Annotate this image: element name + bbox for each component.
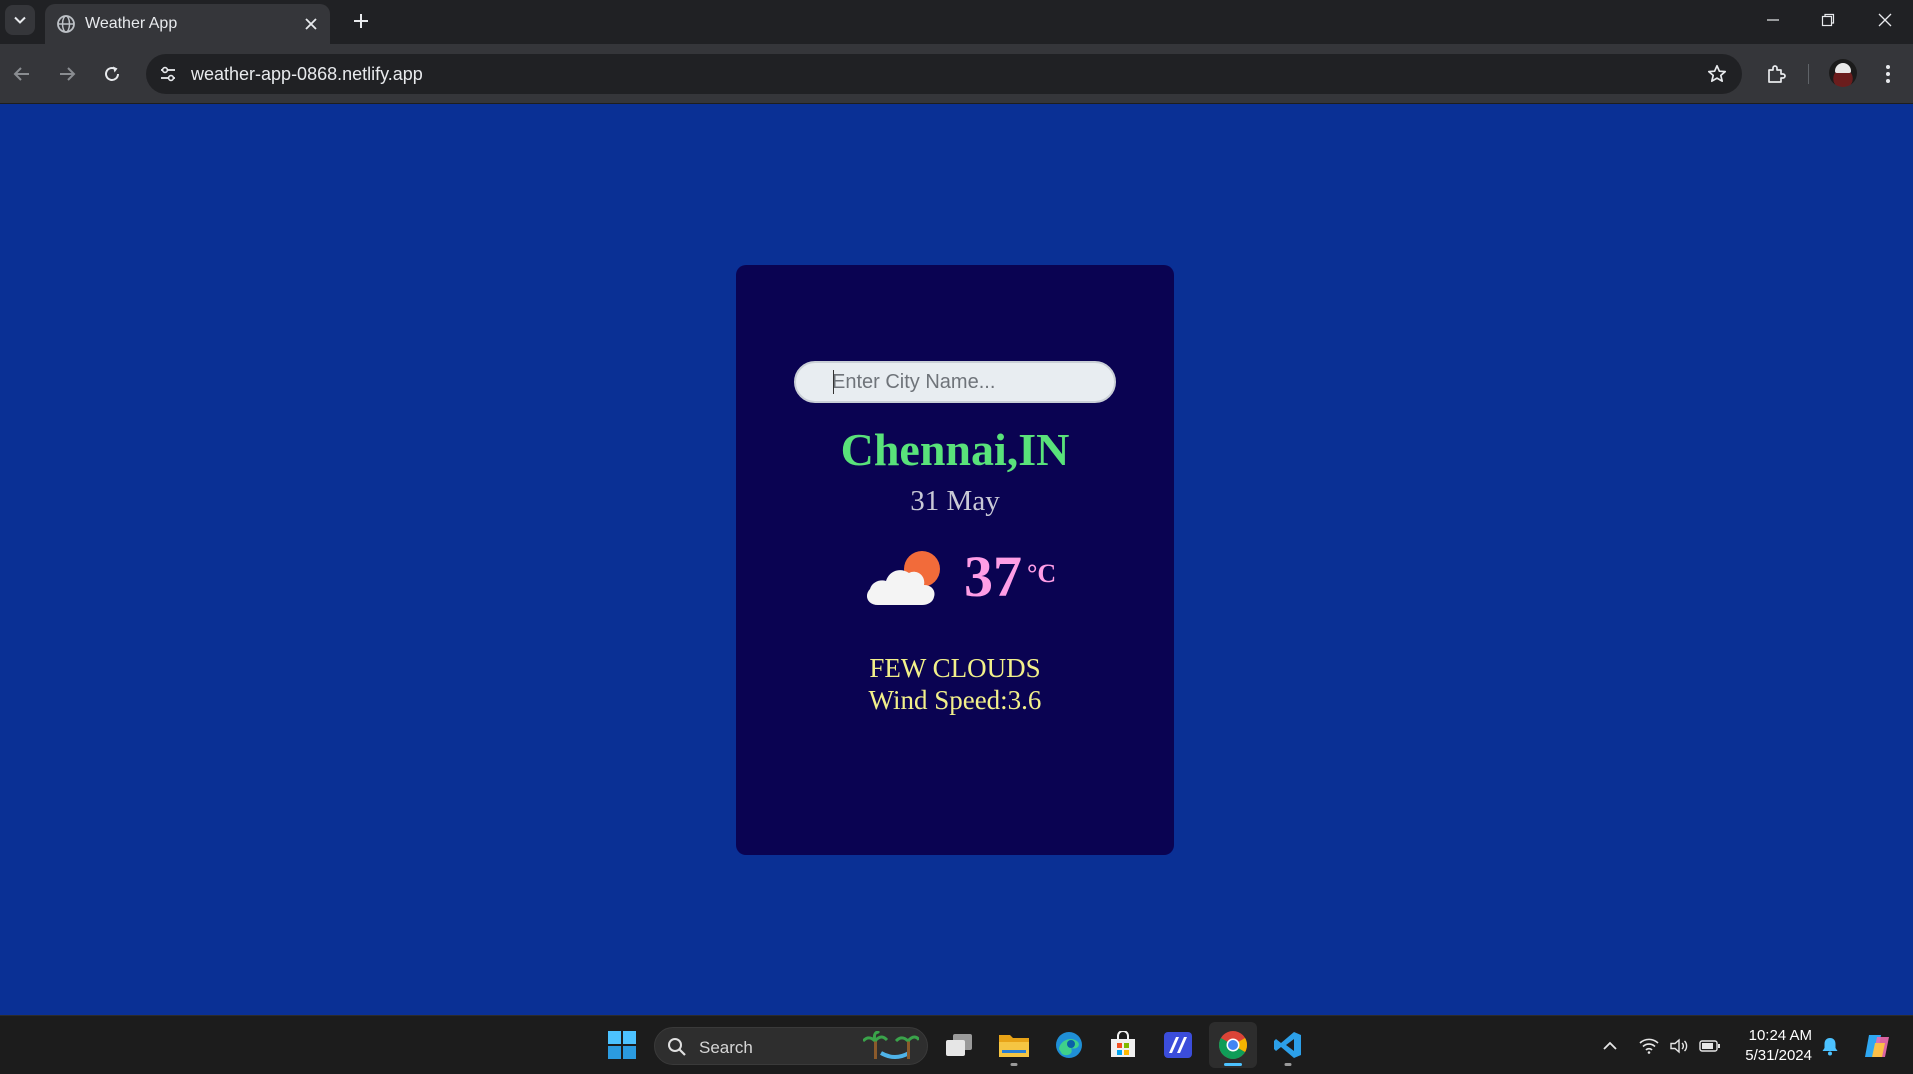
vscode-button[interactable] [1264,1022,1312,1068]
speaker-icon [1670,1038,1688,1054]
tab-search-button[interactable] [5,5,35,35]
weather-page: Chennai,IN 31 May 37 °C FEW CLOUDS Wind … [0,104,1913,1015]
battery-icon [1699,1040,1720,1052]
reload-icon [105,66,119,81]
more-vert-icon [1886,65,1890,83]
edge-button[interactable] [1045,1022,1093,1068]
task-view-button[interactable] [935,1022,983,1068]
temperature-row: 37 °C [864,537,1074,617]
star-icon [1707,64,1727,83]
running-indicator [1284,1063,1292,1066]
browser-tab-strip: Weather App [0,0,1913,44]
globe-icon [57,15,75,33]
toolbar-divider [1808,64,1809,84]
plus-icon [354,14,368,28]
close-icon [305,18,317,30]
volume-status[interactable] [1667,1034,1691,1058]
task-view-icon [946,1034,972,1056]
forward-button[interactable] [50,57,84,91]
restore-button[interactable] [1800,0,1856,40]
tab-close-button[interactable] [300,13,322,35]
minimize-icon [1767,19,1779,21]
new-tab-button[interactable] [346,6,376,36]
chrome-menu-button[interactable] [1871,57,1905,91]
minimize-button[interactable] [1745,0,1801,40]
system-clock[interactable]: 10:24 AM 5/31/2024 [1736,1026,1812,1066]
weather-date: 31 May [910,485,1000,517]
puzzle-icon [1768,65,1786,83]
browser-toolbar: weather-app-0868.netlify.app [0,44,1913,104]
chevron-up-icon [1603,1041,1617,1050]
reload-button[interactable] [95,57,129,91]
copilot-icon [1865,1035,1889,1057]
wind-speed: Wind Speed:3.6 [868,685,1042,715]
start-icon [608,1031,636,1059]
extensions-button[interactable] [1759,57,1793,91]
search-icon [668,1038,686,1056]
clock-date: 5/31/2024 [1745,1047,1812,1064]
show-hidden-icons-button[interactable] [1598,1034,1622,1058]
city-name: Chennai,IN [840,424,1070,475]
chrome-button[interactable] [1209,1022,1257,1068]
restore-icon [1821,13,1835,27]
arrow-right-icon [60,67,76,81]
arrow-left-icon [13,67,29,81]
wifi-icon [1639,1038,1659,1054]
microsoft-store-button[interactable] [1099,1022,1147,1068]
start-button[interactable] [598,1022,646,1068]
clock-time: 10:24 AM [1748,1027,1812,1044]
city-search-input[interactable] [794,361,1116,403]
windows-taskbar: Search 10:24 AM 5/31/2024 [0,1015,1913,1074]
battery-status[interactable] [1698,1034,1722,1058]
back-button[interactable] [5,57,39,91]
bookmark-button[interactable] [1704,61,1730,87]
browser-tab[interactable]: Weather App [45,4,330,44]
few-clouds-day-icon [866,551,940,605]
edge-icon [1056,1032,1082,1058]
temperature-unit: °C [1027,559,1057,588]
app-button[interactable] [1154,1022,1202,1068]
address-bar[interactable]: weather-app-0868.netlify.app [146,54,1742,94]
file-explorer-icon [999,1035,1029,1057]
bell-icon [1822,1038,1838,1056]
tab-title: Weather App [85,15,178,32]
wifi-status[interactable] [1637,1034,1661,1058]
file-explorer-button[interactable] [990,1022,1038,1068]
notifications-button[interactable] [1818,1034,1842,1058]
search-label: Search [699,1038,753,1057]
active-indicator [1224,1063,1242,1066]
temperature-value: 37 [964,544,1022,609]
profile-avatar[interactable] [1829,59,1857,87]
close-icon [1878,13,1892,27]
running-indicator [1010,1063,1018,1066]
app-icon [1164,1032,1192,1058]
url-text[interactable]: weather-app-0868.netlify.app [191,64,423,85]
chevron-down-icon [14,16,26,24]
weather-condition: FEW CLOUDS [869,653,1041,683]
weather-card: Chennai,IN 31 May 37 °C FEW CLOUDS Wind … [736,265,1174,855]
vscode-icon [1274,1032,1301,1058]
tune-icon [161,66,175,82]
close-window-button[interactable] [1857,0,1913,40]
site-info-button[interactable] [154,60,182,88]
copilot-button[interactable] [1862,1030,1894,1062]
chrome-icon [1219,1031,1247,1059]
text-caret [833,370,834,394]
palm-tree-icon [863,1031,919,1059]
microsoft-store-icon [1111,1031,1135,1057]
taskbar-search[interactable]: Search [654,1027,928,1065]
